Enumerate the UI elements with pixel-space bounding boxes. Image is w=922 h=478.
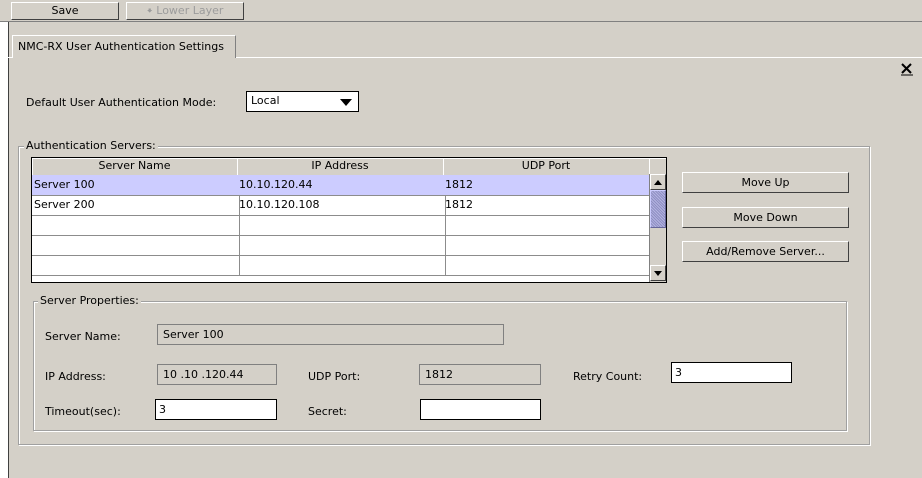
toolbar: Save 🠻 Lower Layer (0, 0, 922, 22)
server-name-label: Server Name: (45, 330, 121, 343)
auth-mode-value: Local (251, 94, 280, 107)
table-cell[interactable]: 1812 (443, 175, 652, 196)
ip-address-label: IP Address: (45, 370, 106, 383)
move-up-button[interactable]: Move Up (682, 172, 849, 193)
scroll-up-button[interactable] (650, 174, 666, 190)
retry-count-label: Retry Count: (573, 370, 643, 383)
timeout-label: Timeout(sec): (45, 405, 121, 418)
server-name-value: Server 100 (163, 328, 224, 341)
auth-mode-label: Default User Authentication Mode: (26, 96, 217, 109)
arrow-down-icon (654, 271, 662, 276)
scroll-down-button[interactable] (650, 265, 666, 281)
table-row[interactable]: Server 100 (32, 175, 240, 196)
secret-label: Secret: (308, 405, 347, 418)
add-remove-server-button[interactable]: Add/Remove Server... (682, 241, 849, 262)
save-label: Save (51, 4, 79, 17)
secret-input[interactable] (420, 399, 541, 420)
table-row[interactable]: Server 200 (32, 195, 240, 216)
server-properties-legend: Server Properties: (38, 294, 141, 307)
auth-servers-legend: Authentication Servers: (24, 139, 158, 152)
scroll-thumb[interactable] (650, 190, 666, 228)
save-button[interactable]: Save (11, 2, 119, 20)
timeout-input[interactable]: 3 (155, 399, 277, 420)
table-scrollbar[interactable] (649, 174, 666, 282)
lower-layer-button[interactable]: 🠻 Lower Layer (126, 2, 244, 20)
servers-table: Server Name IP Address UDP Port Server 1… (31, 157, 667, 283)
ip-address-field: 10 .10 .120.44 (157, 364, 277, 385)
column-header-server-name[interactable]: Server Name (32, 158, 238, 176)
arrow-up-icon (654, 180, 662, 185)
tab-label: NMC-RX User Authentication Settings (18, 40, 224, 53)
table-cell[interactable] (443, 255, 652, 276)
retry-count-value: 3 (675, 366, 682, 379)
close-icon[interactable] (899, 62, 915, 76)
table-cell[interactable]: 10.10.120.44 (237, 175, 446, 196)
table-cell[interactable] (443, 235, 652, 256)
table-cell[interactable] (237, 235, 446, 256)
chevron-down-icon (340, 99, 352, 106)
timeout-value: 3 (159, 403, 166, 416)
move-up-label: Move Up (741, 176, 790, 189)
table-cell[interactable] (443, 215, 652, 236)
close-icon-glyph (901, 63, 913, 76)
auth-mode-select[interactable]: Local (246, 91, 359, 112)
table-cell[interactable]: 1812 (443, 195, 652, 216)
server-name-field: Server 100 (157, 324, 504, 345)
ip-address-value: 10 .10 .120.44 (163, 368, 244, 381)
udp-port-value: 1812 (425, 368, 453, 381)
tab-nmc-rx-auth-settings[interactable]: NMC-RX User Authentication Settings (12, 35, 236, 58)
add-remove-label: Add/Remove Server... (706, 245, 825, 258)
down-arrow-icon: 🠻 (146, 6, 153, 17)
move-down-button[interactable]: Move Down (682, 207, 849, 228)
move-down-label: Move Down (733, 211, 798, 224)
table-cell[interactable] (237, 215, 446, 236)
retry-count-input[interactable]: 3 (671, 362, 792, 383)
udp-port-field: 1812 (419, 364, 541, 385)
table-row[interactable] (32, 215, 240, 236)
column-header-udp-port[interactable]: UDP Port (443, 158, 650, 176)
udp-port-label: UDP Port: (308, 370, 361, 383)
column-header-ip-address[interactable]: IP Address (237, 158, 444, 176)
table-row[interactable] (32, 235, 240, 256)
table-cell[interactable]: 10.10.120.108 (237, 195, 446, 216)
table-cell[interactable] (237, 255, 446, 276)
table-row[interactable] (32, 255, 240, 276)
lower-layer-label: Lower Layer (156, 4, 224, 17)
